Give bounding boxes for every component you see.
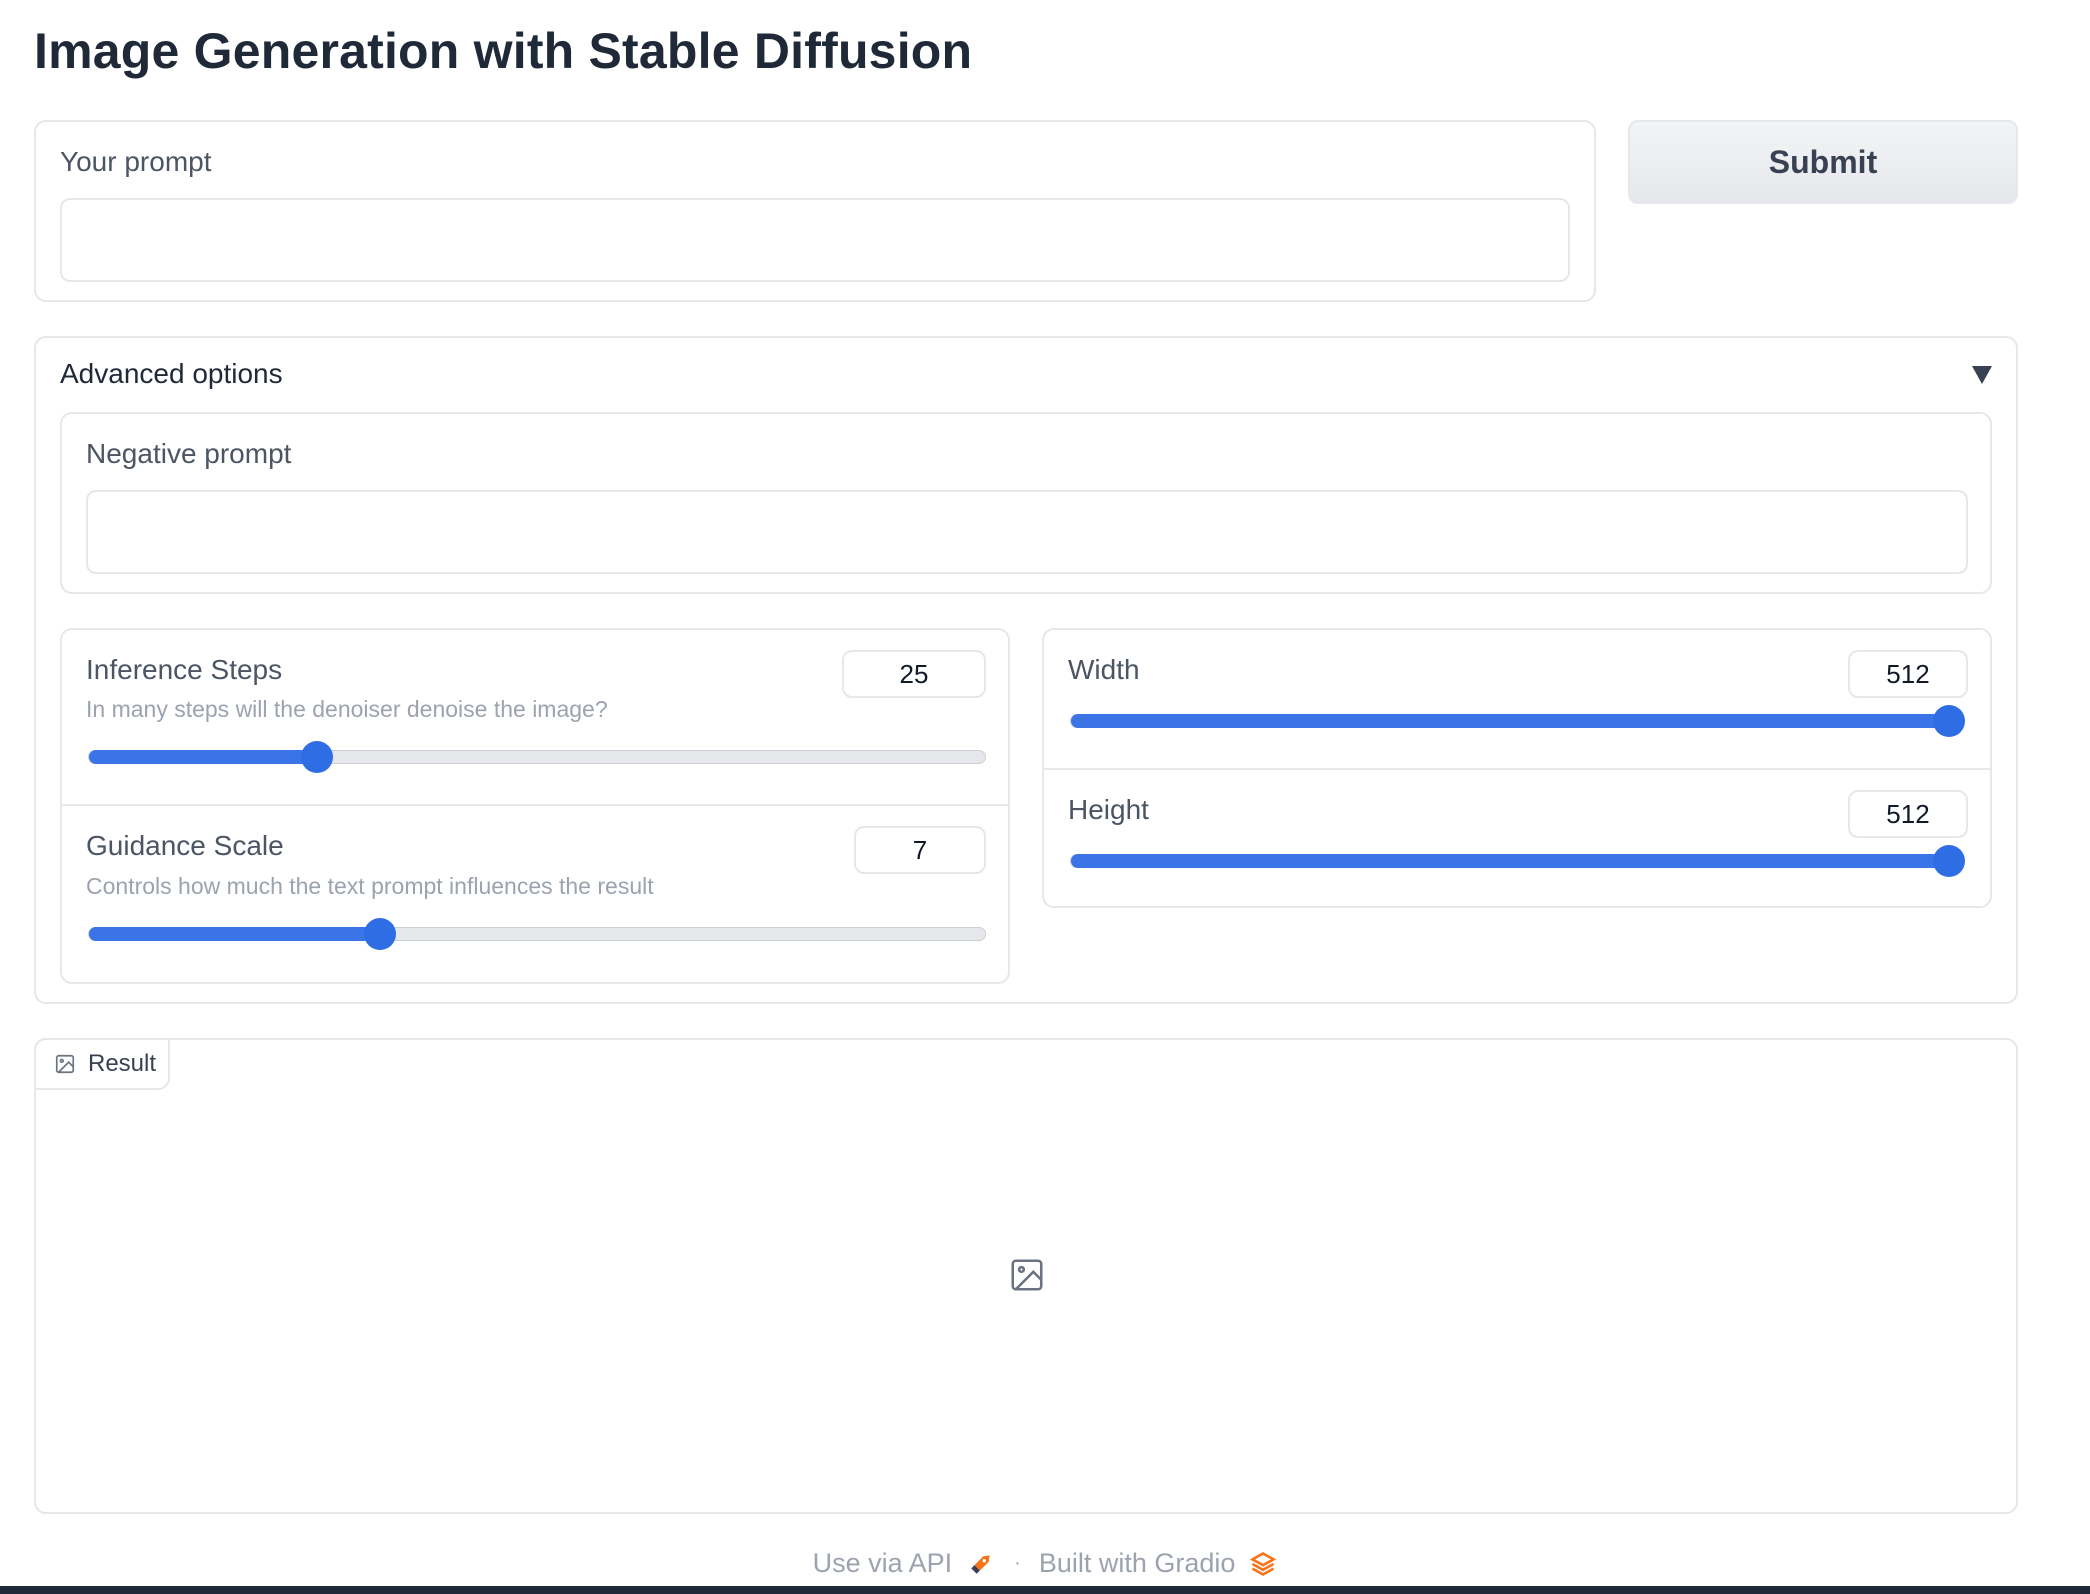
negative-prompt-panel: Negative prompt (60, 412, 1992, 594)
caret-down-icon[interactable] (1972, 366, 1992, 384)
inference-steps-number[interactable]: 25 (842, 650, 986, 698)
guidance-scale-slider[interactable] (88, 918, 986, 950)
width-slider[interactable] (1070, 705, 1965, 737)
api-rocket-icon (968, 1551, 994, 1577)
height-label: Height (1068, 794, 1149, 825)
width-number[interactable]: 512 (1848, 650, 1968, 698)
guidance-scale-slider-fill (89, 927, 381, 941)
prompt-input[interactable] (60, 198, 1570, 282)
image-placeholder-icon (1008, 1256, 1046, 1299)
height-slider-fill (1071, 854, 1949, 868)
gradio-logo-icon (1249, 1550, 1277, 1578)
negative-prompt-label: Negative prompt (86, 438, 292, 469)
guidance-scale-number[interactable]: 7 (854, 826, 986, 874)
inference-steps-info: In many steps will the denoiser denoise … (86, 696, 608, 722)
width-slider-fill (1071, 714, 1949, 728)
use-via-api-link[interactable]: Use via API (813, 1548, 953, 1579)
guidance-scale-slider-handle[interactable] (364, 918, 397, 950)
bottom-edge-bar (0, 1586, 2090, 1594)
height-slider[interactable] (1070, 845, 1965, 877)
prompt-label: Your prompt (60, 146, 212, 177)
width-label: Width (1068, 654, 1140, 685)
slider-divider (62, 804, 1008, 806)
size-sliders-panel: Width 512 Height 512 (1042, 628, 1992, 908)
sampling-sliders-panel: Inference Steps 25 In many steps will th… (60, 628, 1010, 984)
result-label-tab: Result (34, 1038, 170, 1090)
prompt-panel: Your prompt (34, 120, 1596, 302)
height-slider-handle[interactable] (1933, 845, 1965, 877)
result-label: Result (88, 1050, 157, 1077)
inference-steps-label: Inference Steps (86, 654, 283, 685)
image-icon (54, 1053, 76, 1075)
inference-steps-slider-handle[interactable] (301, 741, 334, 773)
inference-steps-slider[interactable] (88, 741, 986, 773)
built-with-gradio-link[interactable]: Built with Gradio (1039, 1548, 1236, 1579)
height-number[interactable]: 512 (1848, 790, 1968, 838)
footer-separator: · (1014, 1552, 1021, 1574)
footer: Use via API · Built with Gradio (0, 1548, 2090, 1579)
negative-prompt-input[interactable] (86, 490, 1968, 574)
inference-steps-slider-fill (89, 750, 318, 764)
advanced-options-toggle[interactable]: Advanced options (60, 358, 283, 390)
slider-divider (1044, 768, 1990, 770)
width-slider-handle[interactable] (1933, 705, 1965, 737)
guidance-scale-info: Controls how much the text prompt influe… (86, 873, 654, 899)
submit-button[interactable]: Submit (1628, 120, 2018, 204)
guidance-scale-label: Guidance Scale (86, 830, 284, 861)
page-title: Image Generation with Stable Diffusion (34, 23, 973, 79)
